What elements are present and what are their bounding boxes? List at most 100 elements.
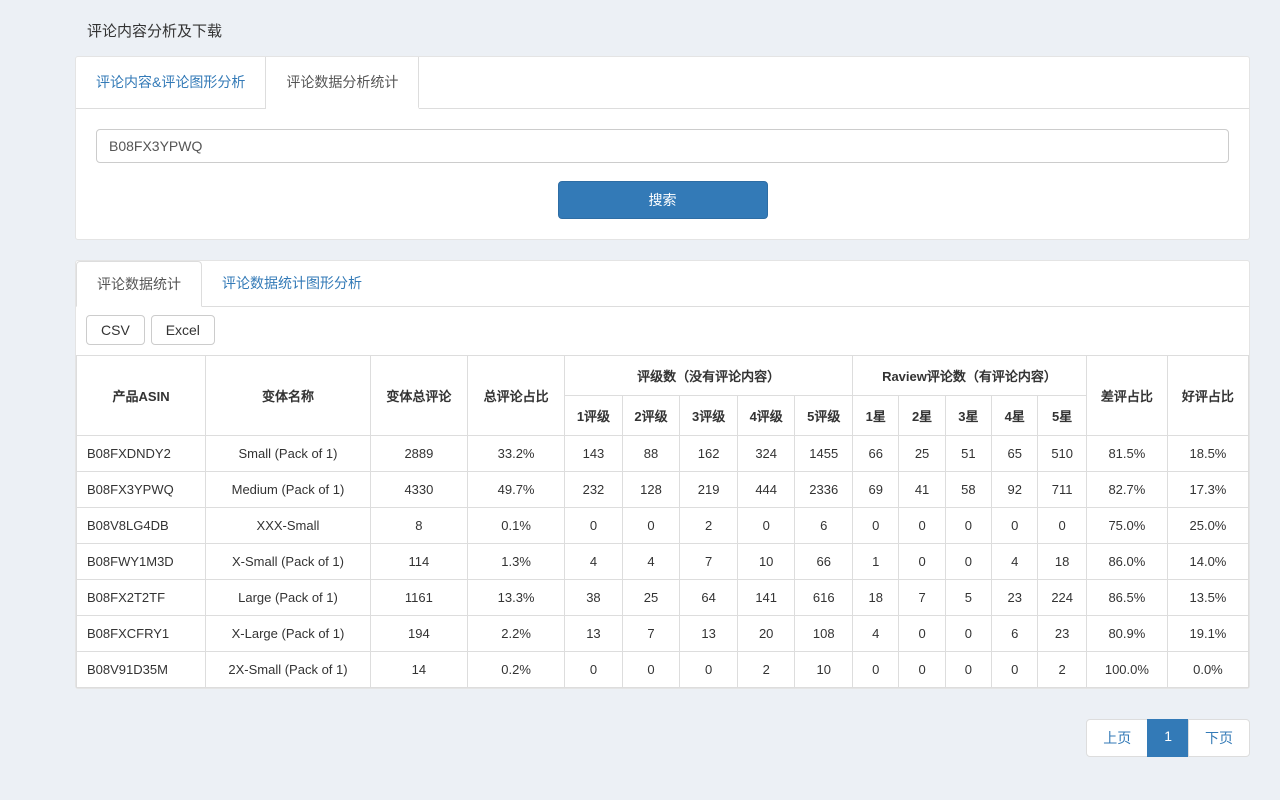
table-row: B08FX2T2TFLarge (Pack of 1)116113.3%3825… <box>77 580 1249 616</box>
tab-stats-chart[interactable]: 评论数据统计图形分析 <box>202 261 382 306</box>
table-cell: 25 <box>899 436 945 472</box>
table-cell: 0 <box>945 544 991 580</box>
table-cell: 616 <box>795 580 853 616</box>
table-cell: 0.0% <box>1167 652 1248 688</box>
col-review-group: Raview评论数（有评论内容） <box>853 356 1087 396</box>
col-s1: 1星 <box>853 396 899 436</box>
table-cell: 17.3% <box>1167 472 1248 508</box>
tab-stats-table[interactable]: 评论数据统计 <box>76 261 202 307</box>
table-cell: 69 <box>853 472 899 508</box>
table-cell: 92 <box>992 472 1038 508</box>
table-cell: 2889 <box>370 436 467 472</box>
table-cell: 4 <box>853 616 899 652</box>
table-cell: 232 <box>565 472 623 508</box>
table-cell: 18 <box>1038 544 1086 580</box>
table-cell: 7 <box>680 544 738 580</box>
table-cell: 162 <box>680 436 738 472</box>
col-s4: 4星 <box>992 396 1038 436</box>
top-tabs: 评论内容&评论图形分析 评论数据分析统计 <box>76 57 1249 109</box>
col-ratio: 总评论占比 <box>467 356 564 436</box>
table-cell: 0 <box>899 508 945 544</box>
table-cell: 13.3% <box>467 580 564 616</box>
table-cell: 2 <box>680 508 738 544</box>
table-cell: 128 <box>622 472 680 508</box>
pagination: 上页 1 下页 <box>75 709 1250 777</box>
table-cell: 19.1% <box>1167 616 1248 652</box>
col-bad: 差评占比 <box>1086 356 1167 436</box>
page-prev[interactable]: 上页 <box>1086 719 1148 757</box>
table-cell: 0 <box>992 652 1038 688</box>
table-cell: 33.2% <box>467 436 564 472</box>
table-cell: 0 <box>992 508 1038 544</box>
table-cell: 14.0% <box>1167 544 1248 580</box>
table-cell: 38 <box>565 580 623 616</box>
col-good: 好评占比 <box>1167 356 1248 436</box>
export-csv-button[interactable]: CSV <box>86 315 145 345</box>
table-cell: 66 <box>853 436 899 472</box>
table-row: B08FX3YPWQMedium (Pack of 1)433049.7%232… <box>77 472 1249 508</box>
table-cell: 0 <box>565 508 623 544</box>
page-title: 评论内容分析及下载 <box>75 10 1250 56</box>
col-r4: 4评级 <box>737 396 795 436</box>
table-cell: 0 <box>737 508 795 544</box>
table-cell: 0 <box>945 652 991 688</box>
table-cell: 0 <box>680 652 738 688</box>
table-cell: 510 <box>1038 436 1086 472</box>
search-button[interactable]: 搜索 <box>558 181 768 219</box>
col-total: 变体总评论 <box>370 356 467 436</box>
table-row: B08FXCFRY1X-Large (Pack of 1)1942.2%1371… <box>77 616 1249 652</box>
table-cell: 10 <box>737 544 795 580</box>
table-cell: 0.1% <box>467 508 564 544</box>
col-variant: 变体名称 <box>206 356 371 436</box>
table-row: B08FXDNDY2Small (Pack of 1)288933.2%1438… <box>77 436 1249 472</box>
table-cell: 0.2% <box>467 652 564 688</box>
table-cell: 2 <box>1038 652 1086 688</box>
table-cell: 0 <box>945 508 991 544</box>
table-cell: 0 <box>565 652 623 688</box>
col-r1: 1评级 <box>565 396 623 436</box>
asin-search-input[interactable] <box>96 129 1229 163</box>
table-cell: 711 <box>1038 472 1086 508</box>
table-cell: Small (Pack of 1) <box>206 436 371 472</box>
table-cell: 65 <box>992 436 1038 472</box>
table-cell: 8 <box>370 508 467 544</box>
table-cell: 108 <box>795 616 853 652</box>
page-current[interactable]: 1 <box>1147 719 1189 757</box>
table-cell: 324 <box>737 436 795 472</box>
table-cell: XXX-Small <box>206 508 371 544</box>
table-cell: 6 <box>992 616 1038 652</box>
table-cell: 4330 <box>370 472 467 508</box>
col-s2: 2星 <box>899 396 945 436</box>
table-cell: 0 <box>853 508 899 544</box>
col-r2: 2评级 <box>622 396 680 436</box>
table-cell: 86.5% <box>1086 580 1167 616</box>
inner-tabs: 评论数据统计 评论数据统计图形分析 <box>76 261 1249 307</box>
table-cell: 4 <box>565 544 623 580</box>
table-cell: 58 <box>945 472 991 508</box>
table-row: B08FWY1M3DX-Small (Pack of 1)1141.3%4471… <box>77 544 1249 580</box>
table-cell: 5 <box>945 580 991 616</box>
table-row: B08V8LG4DBXXX-Small80.1%002060000075.0%2… <box>77 508 1249 544</box>
search-section: 搜索 <box>76 109 1249 239</box>
table-cell: 0 <box>853 652 899 688</box>
table-cell: 4 <box>992 544 1038 580</box>
export-excel-button[interactable]: Excel <box>151 315 215 345</box>
page-next[interactable]: 下页 <box>1188 719 1250 757</box>
tab-review-content-analysis[interactable]: 评论内容&评论图形分析 <box>76 57 266 108</box>
table-cell: 143 <box>565 436 623 472</box>
table-cell: 0 <box>622 652 680 688</box>
table-cell: B08V8LG4DB <box>77 508 206 544</box>
table-cell: B08FWY1M3D <box>77 544 206 580</box>
table-cell: 0 <box>1038 508 1086 544</box>
table-cell: 2336 <box>795 472 853 508</box>
table-cell: B08FX2T2TF <box>77 580 206 616</box>
table-cell: 64 <box>680 580 738 616</box>
table-cell: 141 <box>737 580 795 616</box>
table-cell: 20 <box>737 616 795 652</box>
table-row: B08V91D35M2X-Small (Pack of 1)140.2%0002… <box>77 652 1249 688</box>
table-cell: 13 <box>565 616 623 652</box>
table-cell: 81.5% <box>1086 436 1167 472</box>
tab-review-data-stats[interactable]: 评论数据分析统计 <box>266 57 419 109</box>
table-cell: 82.7% <box>1086 472 1167 508</box>
table-cell: Medium (Pack of 1) <box>206 472 371 508</box>
